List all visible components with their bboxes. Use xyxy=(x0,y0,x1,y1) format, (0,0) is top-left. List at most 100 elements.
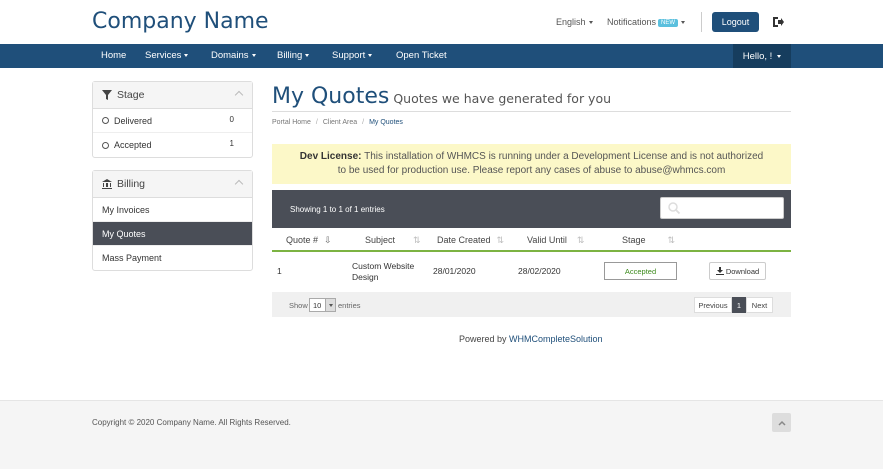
billing-panel: Billing My Invoices My Quotes Mass Payme… xyxy=(92,170,253,271)
stage-item-label: Delivered xyxy=(114,115,153,126)
sidebar-item-mass-payment[interactable]: Mass Payment xyxy=(93,246,252,270)
stage-item-label: Accepted xyxy=(114,140,152,150)
show-label: Show xyxy=(289,301,308,310)
sidebar-item-my-quotes[interactable]: My Quotes xyxy=(93,222,252,246)
page-title-text: My Quotes xyxy=(272,84,390,109)
nav-home[interactable]: Home xyxy=(101,50,126,61)
cell-valid-until: 28/02/2020 xyxy=(518,266,561,276)
nav-support[interactable]: Support xyxy=(332,50,373,61)
stage-item-accepted[interactable]: Accepted 1 xyxy=(93,133,252,157)
subject-line: Design xyxy=(352,272,379,282)
powered-by-text: Powered by xyxy=(459,334,510,344)
notifications-dropdown[interactable]: Notifications NEW xyxy=(607,17,686,27)
status-badge: Accepted xyxy=(604,262,677,280)
column-label: Quote # xyxy=(286,235,319,245)
stage-panel-header[interactable]: Stage xyxy=(93,82,252,109)
radio-icon xyxy=(102,141,109,149)
nav-services-label: Services xyxy=(145,50,182,61)
nav-open-ticket[interactable]: Open Ticket xyxy=(396,50,447,61)
language-label: English xyxy=(556,17,586,27)
nav-services[interactable]: Services xyxy=(145,50,189,61)
column-valid-until[interactable]: Valid Until ⇅ xyxy=(527,235,584,246)
column-quote-number[interactable]: Quote # ⇩ xyxy=(286,235,332,246)
entries-label: entries xyxy=(338,301,361,310)
cell-quote-number: 1 xyxy=(277,266,282,276)
sort-icon: ⇅ xyxy=(667,235,676,245)
pagination-next[interactable]: Next xyxy=(746,297,773,313)
column-date-created[interactable]: Date Created ⇅ xyxy=(437,235,504,246)
page-subtitle: Quotes we have generated for you xyxy=(393,91,612,106)
page-footer xyxy=(0,400,883,469)
account-label: Hello, ! xyxy=(742,50,773,62)
breadcrumb-portal-home[interactable]: Portal Home xyxy=(272,119,311,126)
back-to-top-button[interactable] xyxy=(772,413,791,432)
sort-icon: ⇅ xyxy=(496,235,505,245)
new-badge: NEW xyxy=(658,18,679,27)
stage-panel-title: Stage xyxy=(117,89,145,101)
sign-out-icon[interactable] xyxy=(771,15,785,29)
brand-logo[interactable]: Company Name xyxy=(92,9,269,34)
dev-license-notice: Dev License: This installation of WHMCS … xyxy=(272,144,791,184)
nav-billing-label: Billing xyxy=(277,50,303,61)
page-length-value: 10 xyxy=(313,300,322,310)
filter-icon xyxy=(102,90,112,100)
bank-icon xyxy=(102,179,112,189)
table-header-divider xyxy=(272,250,791,252)
dev-license-label: Dev License: xyxy=(299,151,362,162)
account-dropdown[interactable]: Hello, ! xyxy=(733,44,791,68)
logout-button[interactable]: Logout xyxy=(712,12,759,32)
chevron-up-icon xyxy=(777,420,786,426)
chevron-down-icon xyxy=(777,54,782,58)
stage-count: 1 xyxy=(229,139,234,148)
download-button[interactable]: Download xyxy=(709,262,766,280)
column-stage[interactable]: Stage ⇅ xyxy=(622,235,675,246)
billing-panel-title: Billing xyxy=(117,178,146,190)
nav-domains-label: Domains xyxy=(211,50,249,61)
copyright: Copyright © 2020 Company Name. All Right… xyxy=(92,418,291,427)
chevron-down-icon xyxy=(325,299,335,311)
powered-by-link[interactable]: WHMCompleteSolution xyxy=(509,334,603,344)
billing-panel-header[interactable]: Billing xyxy=(93,171,252,198)
download-icon xyxy=(715,267,724,275)
page-length-select[interactable]: 10 xyxy=(309,298,336,312)
stage-count: 0 xyxy=(229,115,234,124)
powered-by: Powered by WHMCompleteSolution xyxy=(459,334,603,344)
column-label: Subject xyxy=(365,235,396,245)
chevron-up-icon[interactable] xyxy=(234,90,244,100)
chevron-down-icon xyxy=(251,53,256,57)
subject-line: Custom Website xyxy=(352,261,415,271)
notifications-label: Notifications xyxy=(607,17,657,27)
column-label: Valid Until xyxy=(527,235,567,245)
stage-item-delivered[interactable]: Delivered 0 xyxy=(93,109,252,133)
stage-panel: Stage Delivered 0 Accepted 1 xyxy=(92,81,253,158)
search-icon xyxy=(668,202,681,215)
chevron-up-icon[interactable] xyxy=(234,179,244,189)
sidebar-item-my-invoices[interactable]: My Invoices xyxy=(93,198,252,222)
cell-subject: Custom Website Design xyxy=(352,261,414,283)
nav-domains[interactable]: Domains xyxy=(211,50,256,61)
language-dropdown[interactable]: English xyxy=(556,17,593,27)
column-subject[interactable]: Subject ⇅ xyxy=(365,235,421,246)
table-info: Showing 1 to 1 of 1 entries xyxy=(290,205,385,214)
nav-support-label: Support xyxy=(332,50,366,61)
chevron-down-icon xyxy=(305,53,310,57)
page-title: My Quotes Quotes we have generated for yo… xyxy=(272,84,611,109)
pagination-previous[interactable]: Previous xyxy=(694,297,732,313)
breadcrumb-current: My Quotes xyxy=(369,119,403,126)
download-label: Download xyxy=(725,266,760,276)
column-label: Date Created xyxy=(437,235,491,245)
sort-icon: ⇅ xyxy=(413,235,421,245)
chevron-down-icon xyxy=(588,21,593,25)
chevron-down-icon xyxy=(184,53,189,57)
breadcrumb: Portal Home / Client Area / My Quotes xyxy=(272,119,403,126)
column-label: Stage xyxy=(622,235,646,245)
chevron-down-icon xyxy=(368,53,373,57)
dev-license-line2: to be used for production use. Please re… xyxy=(337,165,726,176)
title-divider xyxy=(272,111,791,112)
pagination-page-1[interactable]: 1 xyxy=(732,297,746,313)
radio-icon xyxy=(102,117,109,124)
header-divider xyxy=(701,12,702,32)
sort-icon: ⇅ xyxy=(576,235,585,245)
nav-billing[interactable]: Billing xyxy=(277,50,310,61)
breadcrumb-client-area[interactable]: Client Area xyxy=(323,119,357,126)
